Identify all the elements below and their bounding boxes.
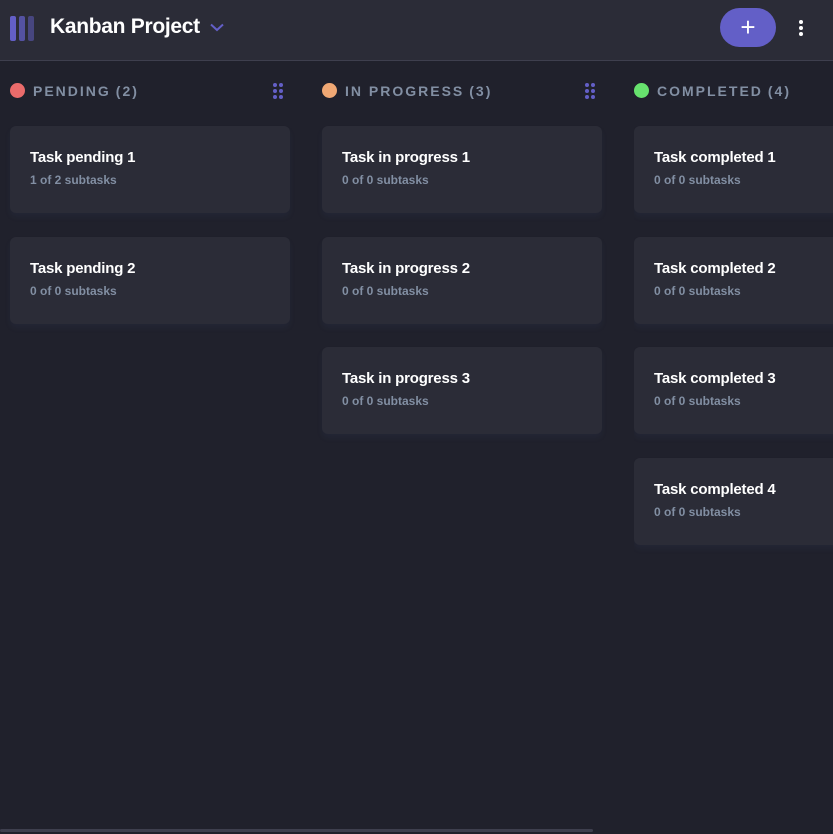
column-count: (3) [469, 83, 493, 99]
task-title: Task pending 1 [30, 149, 136, 166]
task-subtasks: 0 of 0 subtasks [342, 284, 429, 298]
board-title[interactable]: Kanban Project [50, 15, 200, 39]
more-options-icon[interactable] [795, 18, 807, 38]
task-card[interactable]: Task in progress 3 0 of 0 subtasks [322, 347, 602, 434]
top-bar: Kanban Project + [0, 0, 833, 61]
task-card[interactable]: Task in progress 1 0 of 0 subtasks [322, 126, 602, 213]
task-subtasks: 0 of 0 subtasks [654, 394, 741, 408]
task-subtasks: 0 of 0 subtasks [654, 173, 741, 187]
column-header: COMPLETED (4) [634, 82, 833, 100]
drag-handle-icon[interactable] [273, 82, 285, 100]
column-count: (4) [767, 83, 792, 99]
column-title: PENDING [33, 83, 111, 99]
task-subtasks: 0 of 0 subtasks [654, 505, 741, 519]
task-subtasks: 1 of 2 subtasks [30, 173, 117, 187]
task-title: Task completed 2 [654, 260, 776, 277]
column-header: PENDING (2) [10, 82, 290, 100]
logo-icon [10, 16, 34, 41]
column-title: IN PROGRESS [345, 83, 465, 99]
task-subtasks: 0 of 0 subtasks [342, 394, 429, 408]
task-subtasks: 0 of 0 subtasks [654, 284, 741, 298]
task-title: Task completed 1 [654, 149, 776, 166]
task-title: Task in progress 2 [342, 260, 470, 277]
task-card[interactable]: Task pending 1 1 of 2 subtasks [10, 126, 290, 213]
task-subtasks: 0 of 0 subtasks [342, 173, 429, 187]
task-card[interactable]: Task pending 2 0 of 0 subtasks [10, 237, 290, 324]
status-dot-icon [322, 83, 337, 98]
plus-icon: + [740, 11, 756, 42]
status-dot-icon [10, 83, 25, 98]
task-card[interactable]: Task in progress 2 0 of 0 subtasks [322, 237, 602, 324]
drag-handle-icon[interactable] [585, 82, 597, 100]
column-header: IN PROGRESS (3) [322, 82, 602, 100]
task-card[interactable]: Task completed 4 0 of 0 subtasks [634, 458, 833, 545]
task-title: Task in progress 1 [342, 149, 470, 166]
chevron-down-icon[interactable] [210, 23, 224, 32]
task-title: Task pending 2 [30, 260, 136, 277]
task-title: Task completed 3 [654, 370, 776, 387]
task-title: Task in progress 3 [342, 370, 470, 387]
task-card[interactable]: Task completed 2 0 of 0 subtasks [634, 237, 833, 324]
horizontal-scrollbar[interactable] [0, 829, 593, 832]
task-subtasks: 0 of 0 subtasks [30, 284, 117, 298]
column-title: COMPLETED [657, 83, 763, 99]
status-dot-icon [634, 83, 649, 98]
column-count: (2) [115, 83, 139, 99]
task-card[interactable]: Task completed 1 0 of 0 subtasks [634, 126, 833, 213]
column-completed: COMPLETED (4) Task completed 1 0 of 0 sub… [634, 62, 833, 562]
task-title: Task completed 4 [654, 481, 776, 498]
add-task-button[interactable]: + [720, 8, 776, 47]
task-card[interactable]: Task completed 3 0 of 0 subtasks [634, 347, 833, 434]
